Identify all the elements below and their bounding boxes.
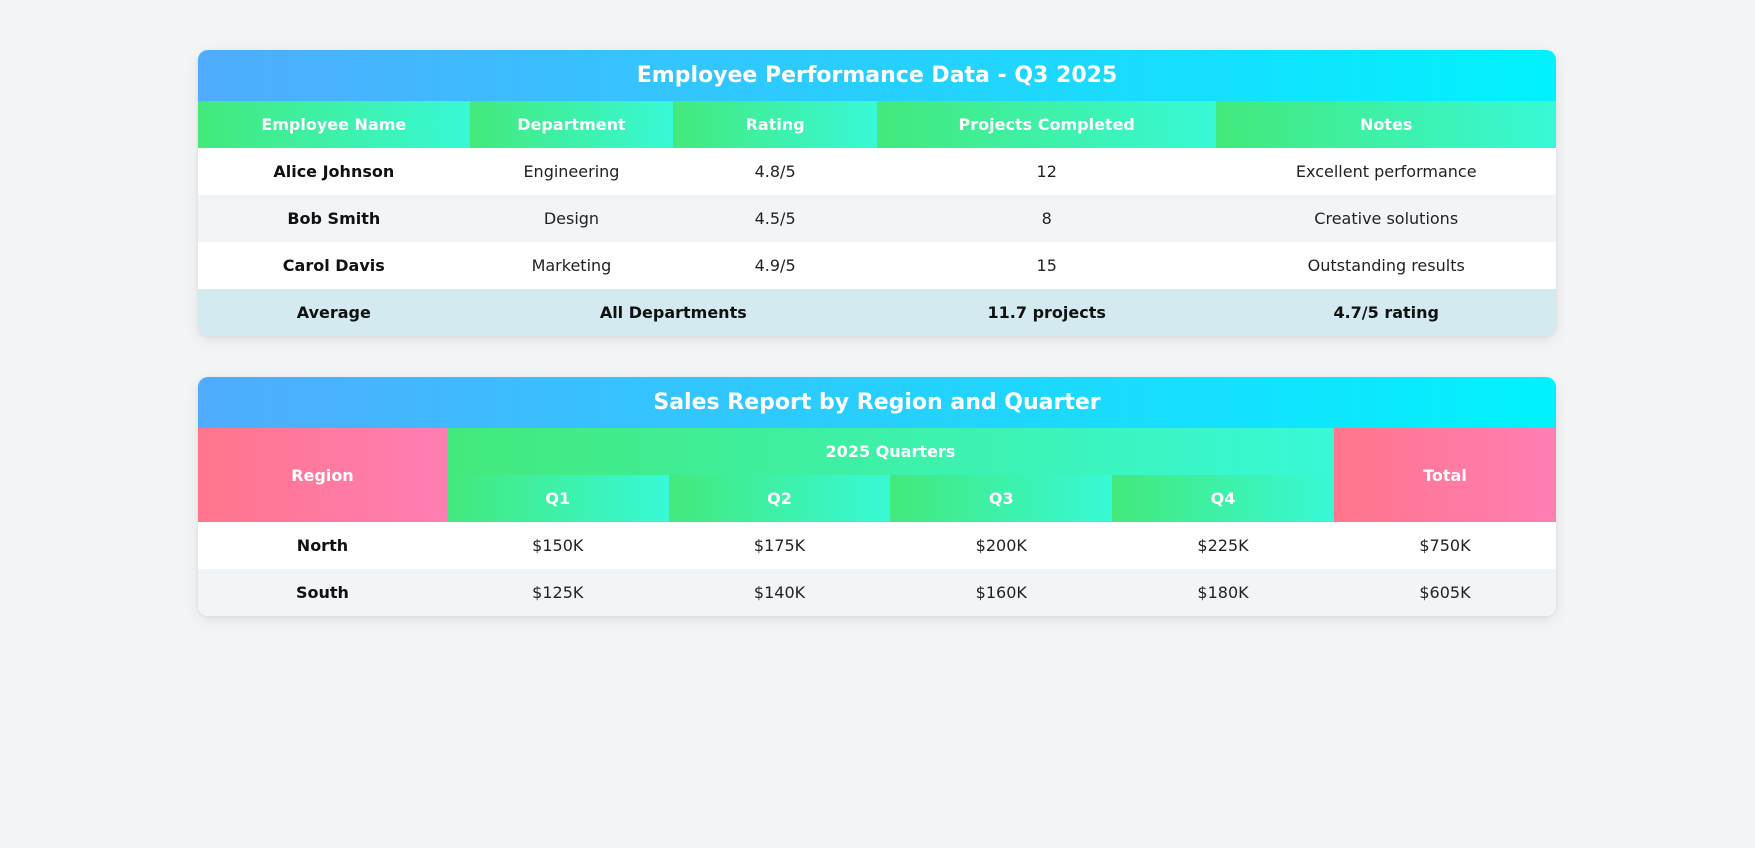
average-projects: 11.7 projects bbox=[876, 289, 1217, 336]
sales-header-row-group: Region 2025 Quarters Total bbox=[198, 428, 1556, 522]
employee-name-cell: Carol Davis bbox=[198, 242, 470, 289]
projects-cell: 8 bbox=[876, 195, 1217, 242]
department-cell: Engineering bbox=[469, 148, 674, 195]
column-header-employee-name: Employee Name bbox=[198, 101, 470, 148]
average-rating: 4.7/5 rating bbox=[1216, 289, 1556, 336]
employee-header-row: Employee Name Department Rating Projects… bbox=[198, 101, 1556, 148]
employee-table-title: Employee Performance Data - Q3 2025 bbox=[198, 50, 1556, 101]
sales-report-card: Sales Report by Region and Quarter Regio… bbox=[198, 377, 1556, 616]
q3-cell: $160K bbox=[890, 569, 1113, 616]
column-header-total: Total bbox=[1333, 428, 1556, 522]
q2-cell: $140K bbox=[668, 569, 891, 616]
column-header-region: Region bbox=[198, 428, 447, 522]
projects-cell: 12 bbox=[876, 148, 1217, 195]
table-row: Carol Davis Marketing 4.9/5 15 Outstandi… bbox=[198, 242, 1556, 289]
q4-cell: $180K bbox=[1112, 569, 1334, 616]
q1-cell: $125K bbox=[446, 569, 669, 616]
total-cell: $605K bbox=[1333, 569, 1556, 616]
employee-name-cell: Alice Johnson bbox=[198, 148, 470, 195]
employee-performance-card: Employee Performance Data - Q3 2025 Empl… bbox=[198, 50, 1556, 336]
rating-cell: 4.9/5 bbox=[673, 242, 877, 289]
table-row: Alice Johnson Engineering 4.8/5 12 Excel… bbox=[198, 148, 1556, 195]
notes-cell: Creative solutions bbox=[1216, 195, 1556, 242]
department-cell: Marketing bbox=[469, 242, 674, 289]
table-row: Bob Smith Design 4.5/5 8 Creative soluti… bbox=[198, 195, 1556, 242]
average-label: Average bbox=[198, 289, 470, 336]
employee-name-cell: Bob Smith bbox=[198, 195, 470, 242]
page: Employee Performance Data - Q3 2025 Empl… bbox=[0, 0, 1755, 848]
column-header-notes: Notes bbox=[1216, 101, 1556, 148]
average-summary-row: Average All Departments 11.7 projects 4.… bbox=[198, 289, 1556, 336]
column-header-q4: Q4 bbox=[1112, 475, 1334, 522]
q1-cell: $150K bbox=[446, 522, 669, 569]
column-header-q2: Q2 bbox=[668, 475, 891, 522]
q4-cell: $225K bbox=[1112, 522, 1334, 569]
rating-cell: 4.5/5 bbox=[673, 195, 877, 242]
all-departments-label: All Departments bbox=[469, 289, 877, 336]
rating-cell: 4.8/5 bbox=[673, 148, 877, 195]
region-cell: North bbox=[198, 522, 447, 569]
projects-cell: 15 bbox=[876, 242, 1217, 289]
notes-cell: Excellent performance bbox=[1216, 148, 1556, 195]
column-header-rating: Rating bbox=[673, 101, 877, 148]
sales-report-table: Sales Report by Region and Quarter Regio… bbox=[198, 377, 1556, 616]
sales-table-title: Sales Report by Region and Quarter bbox=[198, 377, 1556, 428]
q2-cell: $175K bbox=[668, 522, 891, 569]
table-row: South $125K $140K $160K $180K $605K bbox=[198, 569, 1556, 616]
region-cell: South bbox=[198, 569, 447, 616]
department-cell: Design bbox=[469, 195, 674, 242]
total-cell: $750K bbox=[1333, 522, 1556, 569]
q3-cell: $200K bbox=[890, 522, 1113, 569]
column-header-q1: Q1 bbox=[446, 475, 669, 522]
column-header-department: Department bbox=[469, 101, 674, 148]
column-header-2025-quarters: 2025 Quarters bbox=[446, 428, 1334, 475]
column-header-q3: Q3 bbox=[890, 475, 1113, 522]
table-row: North $150K $175K $200K $225K $750K bbox=[198, 522, 1556, 569]
column-header-projects-completed: Projects Completed bbox=[876, 101, 1217, 148]
employee-performance-table: Employee Performance Data - Q3 2025 Empl… bbox=[198, 50, 1556, 336]
notes-cell: Outstanding results bbox=[1216, 242, 1556, 289]
